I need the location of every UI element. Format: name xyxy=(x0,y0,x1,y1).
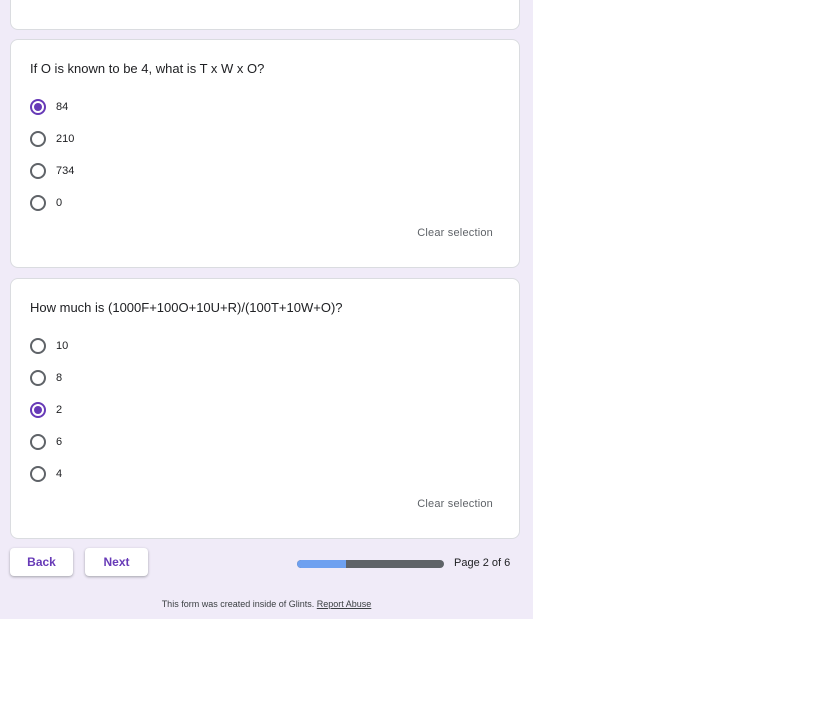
option-6[interactable]: 6 xyxy=(30,432,62,452)
option-label: 10 xyxy=(56,340,69,352)
option-2[interactable]: 2 xyxy=(30,400,62,420)
report-abuse-link[interactable]: Report Abuse xyxy=(317,599,372,609)
option-label: 6 xyxy=(56,436,63,448)
option-4[interactable]: 4 xyxy=(30,464,62,484)
option-label: 4 xyxy=(56,468,63,480)
option-10[interactable]: 10 xyxy=(30,336,68,356)
option-label: 210 xyxy=(56,133,75,145)
radio-button[interactable] xyxy=(30,338,46,354)
option-label: 84 xyxy=(56,101,69,113)
option-label: 8 xyxy=(56,372,63,384)
footer: This form was created inside of Glints. … xyxy=(0,599,533,609)
option-84[interactable]: 84 xyxy=(30,97,68,117)
question-title: How much is (1000F+100O+10U+R)/(100T+10W… xyxy=(30,300,343,315)
option-734[interactable]: 734 xyxy=(30,161,74,181)
previous-question-card xyxy=(10,0,520,30)
question-title: If O is known to be 4, what is T x W x O… xyxy=(30,61,265,76)
question-card-2: How much is (1000F+100O+10U+R)/(100T+10W… xyxy=(10,278,520,539)
radio-button[interactable] xyxy=(30,195,46,211)
progress-bar xyxy=(297,560,444,568)
option-8[interactable]: 8 xyxy=(30,368,62,388)
clear-selection-button[interactable]: Clear selection xyxy=(417,227,493,239)
radio-button-checked[interactable] xyxy=(30,99,46,115)
question-card-1: If O is known to be 4, what is T x W x O… xyxy=(10,39,520,268)
clear-selection-button[interactable]: Clear selection xyxy=(417,498,493,510)
option-210[interactable]: 210 xyxy=(30,129,74,149)
back-button[interactable]: Back xyxy=(10,548,73,576)
footer-text: This form was created inside of Glints. xyxy=(161,599,315,609)
option-label: 734 xyxy=(56,165,75,177)
radio-button[interactable] xyxy=(30,163,46,179)
radio-button[interactable] xyxy=(30,370,46,386)
option-label: 2 xyxy=(56,404,63,416)
next-button[interactable]: Next xyxy=(85,548,148,576)
page-indicator: Page 2 of 6 xyxy=(454,557,511,569)
radio-button[interactable] xyxy=(30,466,46,482)
radio-button[interactable] xyxy=(30,434,46,450)
radio-button[interactable] xyxy=(30,131,46,147)
radio-button-checked[interactable] xyxy=(30,402,46,418)
option-0[interactable]: 0 xyxy=(30,193,62,213)
progress-bar-fill xyxy=(297,560,346,568)
option-label: 0 xyxy=(56,197,63,209)
